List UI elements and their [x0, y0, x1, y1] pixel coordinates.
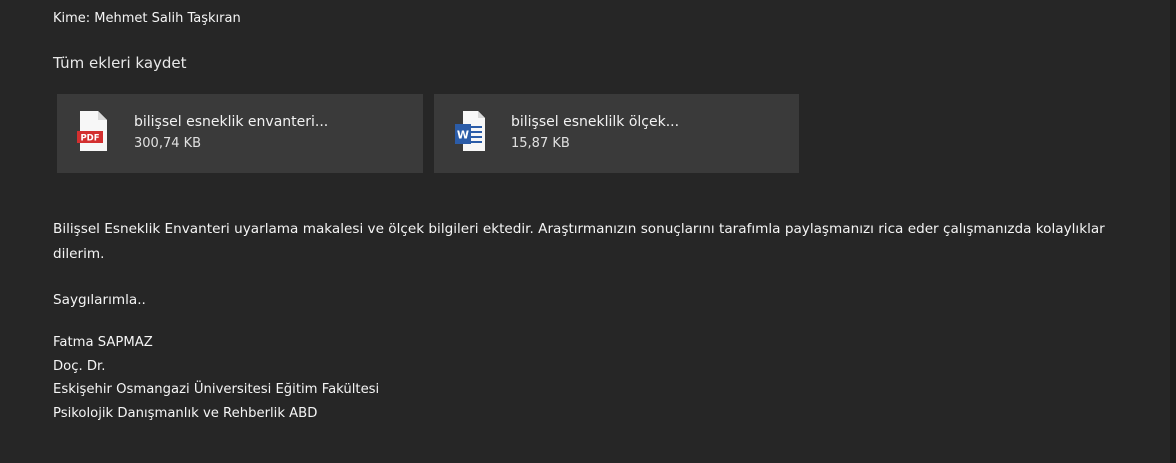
recipient-line: Kime: Mehmet Salih Taşkıran: [53, 11, 241, 26]
scrollbar-track[interactable]: [1170, 0, 1176, 463]
attachment-name: bilişsel esneklik envanteri...: [134, 114, 329, 130]
signature-block: Fatma SAPMAZ Doç. Dr. Eskişehir Osmangaz…: [53, 331, 1143, 425]
signature-institution: Eskişehir Osmangazi Üniversitesi Eğitim …: [53, 382, 380, 397]
pdf-icon-label: PDF: [80, 134, 99, 144]
signature-department: Psikolojik Danışmanlık ve Rehberlik ABD: [53, 405, 318, 421]
message-closing: Saygılarımla..: [53, 292, 146, 308]
attachment-card-word[interactable]: W bilişsel esneklilk ölçek... 15,87 KB: [434, 94, 799, 173]
attachment-details: bilişsel esneklik envanteri... 300,74 KB: [134, 113, 328, 153]
attachment-details: bilişsel esneklilk ölçek... 15,87 KB: [511, 113, 679, 153]
word-icon-label: W: [457, 129, 469, 142]
word-file-icon: W: [455, 111, 485, 151]
attachment-size: 300,74 KB: [134, 136, 202, 151]
attachment-card-pdf[interactable]: PDF bilişsel esneklik envanteri... 300,7…: [57, 94, 423, 173]
pdf-file-icon: PDF: [77, 111, 107, 151]
message-paragraph: Bilişsel Esneklik Envanteri uyarlama mak…: [53, 221, 1105, 262]
save-all-attachments-link[interactable]: Tüm ekleri kaydet: [53, 53, 187, 73]
signature-name: Fatma SAPMAZ: [53, 335, 153, 350]
signature-title: Doç. Dr.: [53, 358, 106, 374]
email-reading-pane: Kime: Mehmet Salih Taşkıran Tüm ekleri k…: [0, 0, 1176, 463]
message-body: Bilişsel Esneklik Envanteri uyarlama mak…: [53, 217, 1143, 425]
attachment-size: 15,87 KB: [511, 136, 570, 151]
attachment-name: bilişsel esneklilk ölçek...: [511, 114, 680, 130]
